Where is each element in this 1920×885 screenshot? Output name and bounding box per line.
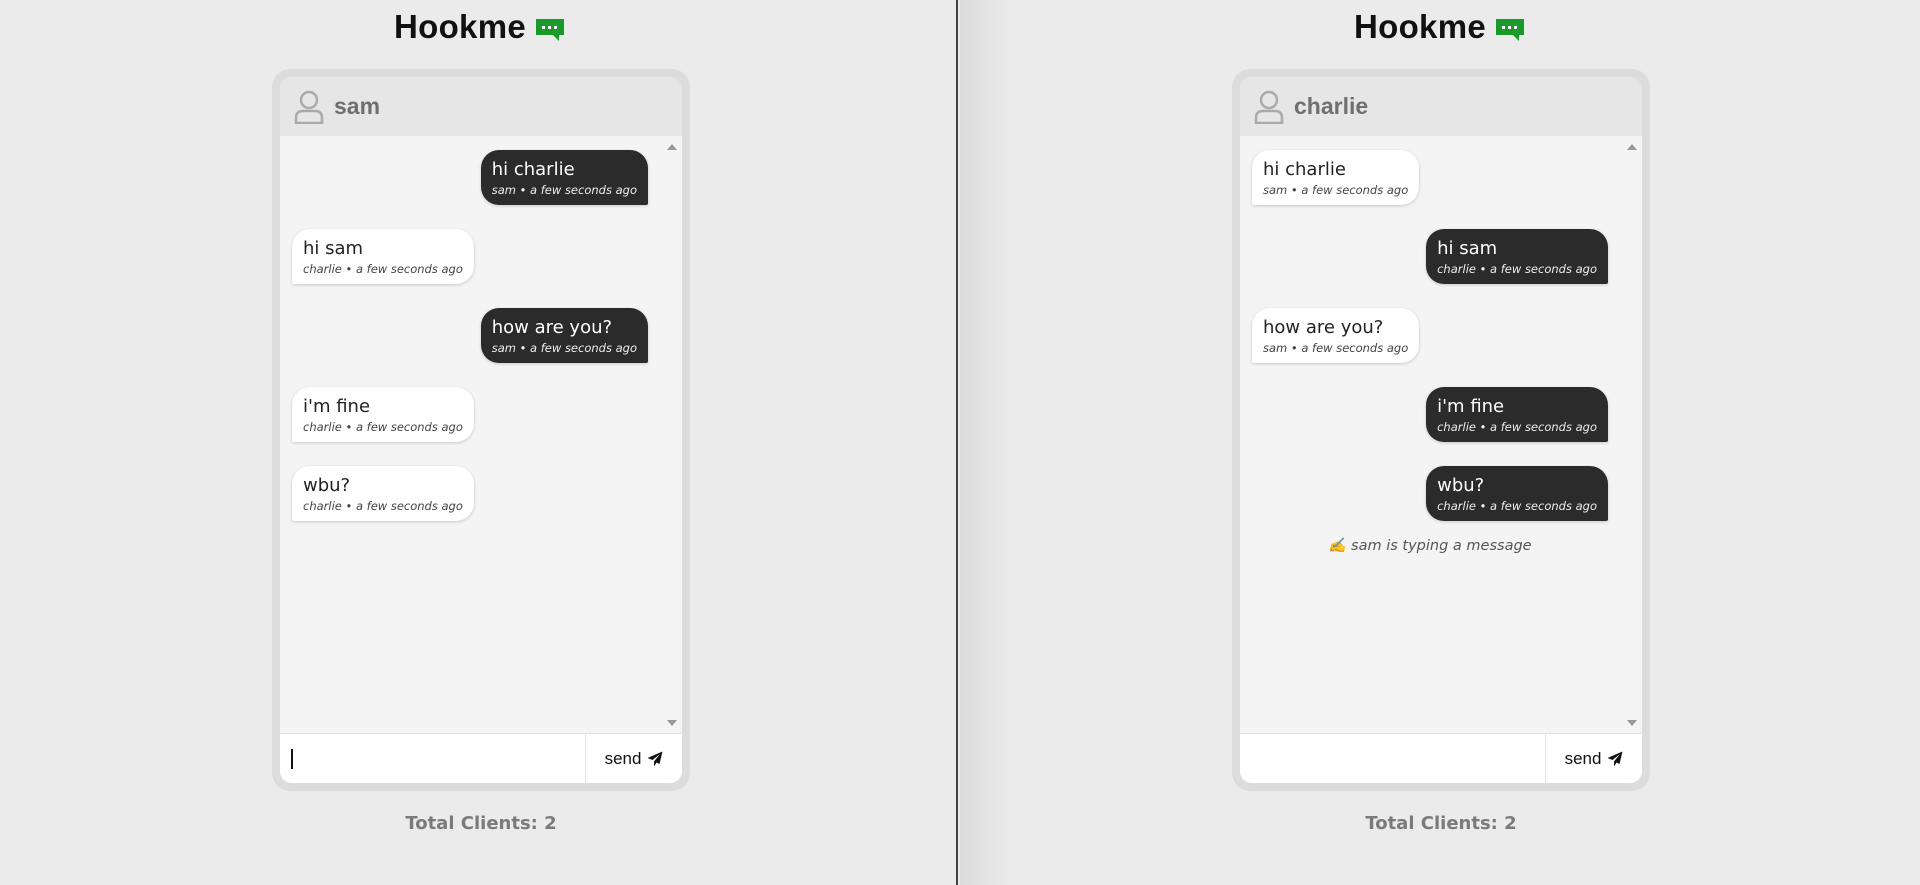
message-meta: charlie • a few seconds ago xyxy=(1437,499,1597,513)
message-bubble: hi sam charlie • a few seconds ago xyxy=(292,229,474,284)
scroll-down-arrow-icon[interactable] xyxy=(667,720,677,726)
message-row: i'm fine charlie • a few seconds ago xyxy=(1252,387,1608,442)
app-title-text: Hookme xyxy=(1354,8,1486,45)
message-bubble: wbu? charlie • a few seconds ago xyxy=(292,466,474,521)
chat-panel: sam hi charlie sam • a few seconds ago h… xyxy=(280,77,682,783)
chat-header-name: charlie xyxy=(1294,93,1369,119)
message-row: hi sam charlie • a few seconds ago xyxy=(1252,229,1608,284)
chat-header-name: sam xyxy=(334,93,381,119)
message-input[interactable] xyxy=(1240,734,1545,783)
message-meta: charlie • a few seconds ago xyxy=(1437,262,1597,276)
message-meta: sam • a few seconds ago xyxy=(491,341,637,355)
message-text: hi sam xyxy=(1437,238,1498,259)
message-text: hi sam xyxy=(303,238,364,259)
message-row: hi charlie sam • a few seconds ago xyxy=(292,150,648,205)
typing-indicator: ✍️ sam is typing a message xyxy=(1328,538,1532,554)
message-row: hi charlie sam • a few seconds ago xyxy=(1252,150,1608,205)
message-meta: charlie • a few seconds ago xyxy=(1437,420,1597,434)
paper-plane-icon xyxy=(1607,751,1623,766)
scrollbar[interactable] xyxy=(662,136,682,734)
message-text: how are you? xyxy=(1263,317,1384,338)
message-row: wbu? charlie • a few seconds ago xyxy=(292,466,648,521)
scrollbar[interactable] xyxy=(1622,136,1642,734)
send-button[interactable]: send xyxy=(585,734,682,783)
message-meta: charlie • a few seconds ago xyxy=(303,499,463,513)
send-button-label: send xyxy=(604,748,642,768)
message-meta: sam • a few seconds ago xyxy=(491,183,637,197)
message-bubble: wbu? charlie • a few seconds ago xyxy=(1426,466,1608,521)
message-bubble: i'm fine charlie • a few seconds ago xyxy=(1426,387,1608,442)
text-caret xyxy=(291,749,293,769)
app-title: Hookme xyxy=(394,8,565,46)
message-list[interactable]: hi charlie sam • a few seconds ago hi sa… xyxy=(280,136,660,734)
paper-plane-icon xyxy=(647,751,663,766)
app-title: Hookme xyxy=(1354,8,1525,46)
chat-window: sam hi charlie sam • a few seconds ago h… xyxy=(272,69,690,791)
app-title-text: Hookme xyxy=(394,8,526,45)
message-row: how are you? sam • a few seconds ago xyxy=(292,308,648,363)
message-text: wbu? xyxy=(1437,475,1485,496)
message-text: hi charlie xyxy=(491,159,575,180)
message-row: how are you? sam • a few seconds ago xyxy=(1252,308,1608,363)
message-text: i'm fine xyxy=(1437,396,1505,417)
message-meta: sam • a few seconds ago xyxy=(1263,341,1409,355)
chat-bubble-icon xyxy=(1496,19,1524,41)
message-row: i'm fine charlie • a few seconds ago xyxy=(292,387,648,442)
send-button-label: send xyxy=(1564,748,1602,768)
user-icon xyxy=(1254,90,1284,124)
message-composer: send xyxy=(1240,733,1642,783)
chat-window: charlie hi charlie sam • a few seconds a… xyxy=(1232,69,1650,791)
total-clients: Total Clients: 2 xyxy=(1365,813,1517,834)
message-bubble: hi charlie sam • a few seconds ago xyxy=(1252,150,1420,205)
message-input[interactable] xyxy=(280,734,585,783)
total-clients: Total Clients: 2 xyxy=(405,813,557,834)
chat-header: charlie xyxy=(1240,77,1642,136)
message-text: how are you? xyxy=(491,317,613,338)
message-text: hi charlie xyxy=(1263,159,1346,180)
message-text: i'm fine xyxy=(303,396,371,417)
right-window: Hookme charlie hi charlie sam • a few se… xyxy=(960,0,1920,885)
message-composer: send xyxy=(280,733,682,783)
user-icon xyxy=(294,90,324,124)
left-window: Hookme sam hi charlie sam • a few second… xyxy=(0,0,958,885)
chat-bubble-icon xyxy=(536,19,564,41)
message-bubble: how are you? sam • a few seconds ago xyxy=(480,308,648,363)
message-text: wbu? xyxy=(303,475,351,496)
message-bubble: how are you? sam • a few seconds ago xyxy=(1252,308,1420,363)
message-meta: charlie • a few seconds ago xyxy=(303,420,463,434)
message-row: hi sam charlie • a few seconds ago xyxy=(292,229,648,284)
message-row: wbu? charlie • a few seconds ago xyxy=(1252,466,1608,521)
message-bubble: hi charlie sam • a few seconds ago xyxy=(480,150,648,205)
chat-header: sam xyxy=(280,77,682,136)
message-bubble: hi sam charlie • a few seconds ago xyxy=(1426,229,1608,284)
send-button[interactable]: send xyxy=(1545,734,1642,783)
message-meta: charlie • a few seconds ago xyxy=(303,262,463,276)
message-bubble: i'm fine charlie • a few seconds ago xyxy=(292,387,474,442)
message-meta: sam • a few seconds ago xyxy=(1263,183,1409,197)
scroll-up-arrow-icon[interactable] xyxy=(1627,144,1637,150)
chat-panel: charlie hi charlie sam • a few seconds a… xyxy=(1240,77,1642,783)
scroll-down-arrow-icon[interactable] xyxy=(1627,720,1637,726)
message-list[interactable]: hi charlie sam • a few seconds ago hi sa… xyxy=(1240,136,1620,734)
scroll-up-arrow-icon[interactable] xyxy=(667,144,677,150)
